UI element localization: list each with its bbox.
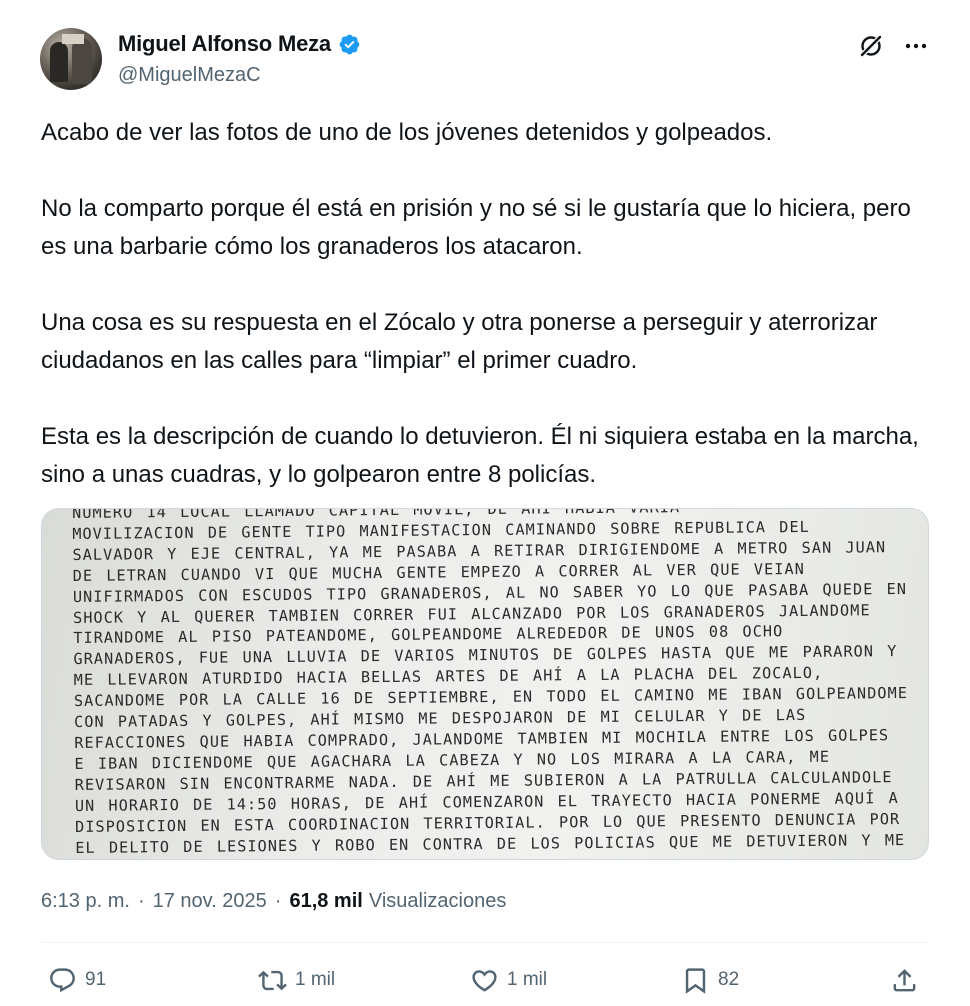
avatar-figure [72,38,92,84]
views-label: Visualizaciones [368,889,507,912]
tweet-paragraph: Esta es la descripción de cuando lo detu… [41,423,919,488]
share-button[interactable] [890,958,919,1002]
tweet-date[interactable]: 17 nov. 2025 [153,890,267,913]
meta-separator: · [137,889,145,912]
bookmark-count: 82 [718,969,740,990]
verified-badge-icon[interactable] [338,33,361,56]
share-icon [893,968,916,991]
reply-button[interactable]: 91 [48,958,106,1002]
tweet-paragraph: Acabo de ver las fotos de uno de los jóv… [41,119,773,146]
tweet-paragraph: No la comparto porque él está en prisión… [41,195,911,260]
like-count: 1 mil [507,969,548,990]
reply-icon [50,967,75,992]
reply-count: 91 [85,969,107,990]
bookmark-icon [685,967,706,994]
avatar[interactable] [40,28,102,90]
meta-separator: · [274,889,282,912]
tweet-paragraph: Una cosa es su respuesta en el Zócalo y … [41,309,878,374]
views-count: 61,8 mil [289,889,363,912]
avatar-figure [50,42,68,82]
repost-button[interactable]: 1 mil [258,958,335,1002]
tweet-meta: 6:13 p. m. · 17 nov. 2025 · 61,8 mil Vis… [41,886,506,916]
avatar-sign [62,34,84,44]
repost-icon [258,970,287,990]
grok-button[interactable] [857,32,885,60]
author-name-row: Miguel Alfonso Meza [118,30,361,58]
action-bar: 91 1 mil 1 mil 82 [0,958,970,1002]
author-display-name[interactable]: Miguel Alfonso Meza [118,31,331,57]
bookmark-button[interactable]: 82 [681,958,739,1002]
heart-icon [472,969,497,992]
more-button[interactable] [902,32,930,60]
attached-photo[interactable]: NUMERO 14 LOCAL LLAMADO CAPITAL MOVIL, D… [41,508,929,860]
more-icon [905,43,927,49]
tweet-time[interactable]: 6:13 p. m. [41,890,130,913]
like-button[interactable]: 1 mil [470,958,547,1002]
tweet: Miguel Alfonso Meza @MiguelMezaC Acabo d… [0,0,970,1006]
repost-count: 1 mil [295,969,336,990]
divider [41,942,929,943]
grok-icon [859,34,883,58]
tweet-text: Acabo de ver las fotos de uno de los jóv… [41,114,936,494]
author-handle[interactable]: @MiguelMezaC [118,64,261,87]
document-text: NUMERO 14 LOCAL LLAMADO CAPITAL MOVIL, D… [72,509,916,859]
